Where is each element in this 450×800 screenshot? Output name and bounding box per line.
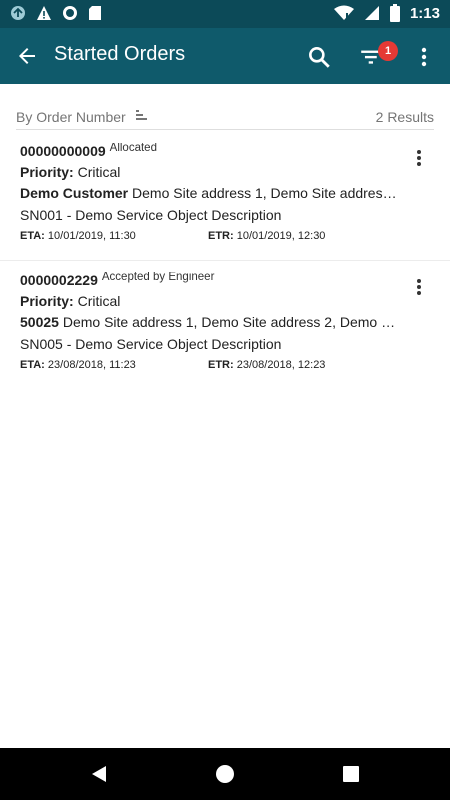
customer-name: Demo Customer [20,185,129,201]
address-line: Demo Customer Demo Site address 1, Demo … [20,185,400,201]
etr-label: ETR: [208,359,234,371]
card-menu-icon[interactable] [410,277,428,297]
eta-label: ETA: [20,359,45,371]
site-address: Demo Site address 1, Demo Site address 2… [62,314,396,330]
order-number: 00000000009 [20,143,106,159]
priority-label: Priority: [20,164,74,180]
sd-card-icon [89,6,101,20]
signal-icon [364,6,379,20]
etr-value: 23/08/2018, 12:23 [236,359,326,371]
sort-label[interactable]: By Order Number [16,109,126,125]
order-status: Allocated [109,143,157,154]
priority-label: Priority: [20,293,74,309]
order-card[interactable]: 0000002229 Accepted by Engineer Priority:… [0,260,450,380]
address-line: 50025 Demo Site address 1, Demo Site add… [20,314,400,330]
service-object: SN005 - Demo Service Object Description [20,336,282,352]
nav-recents-icon[interactable] [343,766,359,782]
service-object: SN001 - Demo Service Object Description [20,207,282,223]
priority-value: Critical [77,293,121,309]
results-count: 2 Results [375,109,434,125]
site-address: Demo Site address 1, Demo Site addres… [132,185,397,201]
priority-line: Priority: Critical [20,164,400,180]
status-time: 1:13 [409,4,440,22]
sort-order-icon[interactable] [134,108,150,124]
filter-count-badge: 1 [378,41,398,61]
order-number-line: 0000002229 Accepted by Engineer [20,272,400,288]
eta-label: ETA: [20,230,45,242]
etr-label: ETR: [208,230,234,242]
back-arrow-icon[interactable] [14,44,40,68]
order-card[interactable]: 00000000009 Allocated Priority: Critical … [0,132,450,252]
record-icon [63,6,77,20]
nav-back-icon[interactable] [90,765,108,783]
eta: ETA: 10/01/2019, 11:30 [20,230,136,242]
status-bar: 1:13 [0,0,450,28]
etr-value: 10/01/2019, 12:30 [236,230,326,242]
system-nav-bar [0,748,450,800]
upload-icon [11,6,25,20]
app-bar: Started Orders 1 [0,28,450,84]
nav-home-icon[interactable] [216,765,234,783]
customer-name: 50025 [20,314,59,330]
eta-value: 10/01/2019, 11:30 [47,230,136,242]
eta-value: 23/08/2018, 11:23 [47,359,136,371]
sort-row: By Order Number 2 Results [16,106,434,130]
order-number: 0000002229 [20,272,98,288]
eta: ETA: 23/08/2018, 11:23 [20,359,136,371]
card-menu-icon[interactable] [410,148,428,168]
wifi-icon [333,5,354,20]
order-number-line: 00000000009 Allocated [20,143,400,159]
priority-line: Priority: Critical [20,293,400,309]
search-icon[interactable] [306,44,332,70]
battery-icon [389,4,400,22]
priority-value: Critical [77,164,121,180]
warning-icon [37,6,51,20]
etr: ETR: 23/08/2018, 12:23 [208,359,325,371]
order-status: Accepted by Engineer [101,272,215,283]
page-title: Started Orders [54,43,186,65]
more-options-icon[interactable] [414,44,434,70]
etr: ETR: 10/01/2019, 12:30 [208,230,325,242]
